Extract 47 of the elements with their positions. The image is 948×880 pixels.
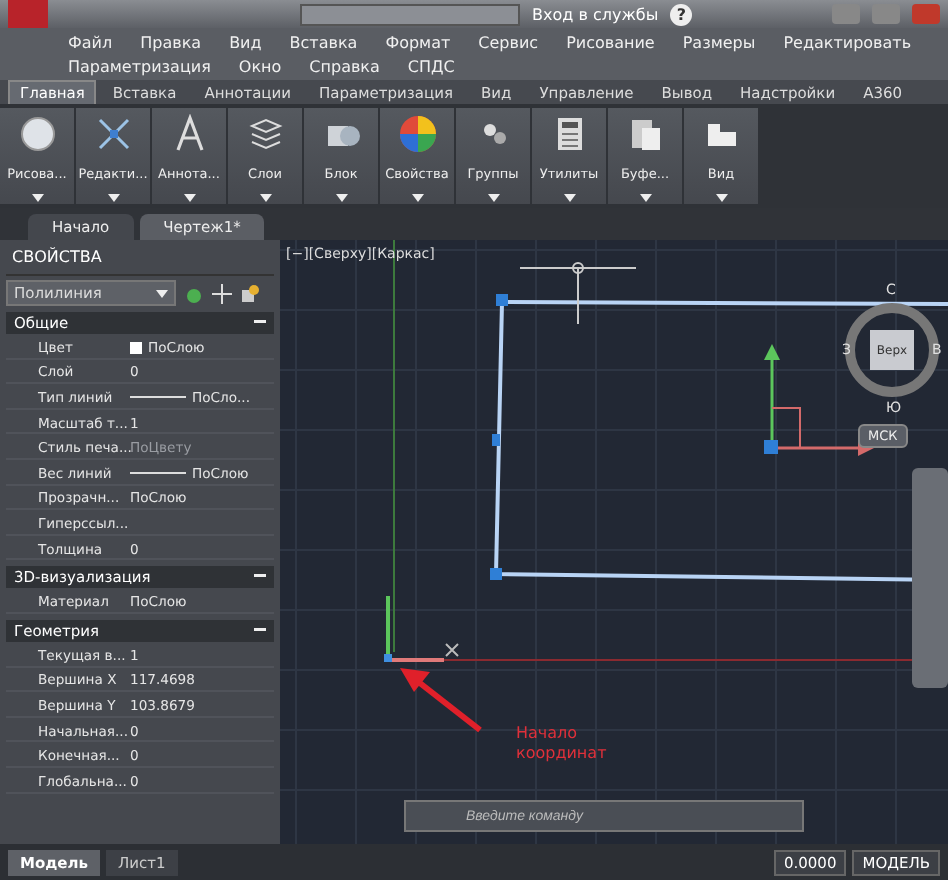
viewcube-ring[interactable] [845,303,939,397]
caret-icon[interactable] [156,289,168,297]
line-sample-icon [130,471,186,476]
menu-item[interactable]: Формат [385,33,451,51]
quick-select-icon[interactable] [240,283,260,303]
caret-icon[interactable] [487,194,499,202]
circle-icon [17,114,57,154]
color-wheel-icon [397,114,437,154]
sign-in-link[interactable]: Вход в службы [532,5,659,23]
caret-icon[interactable] [715,194,727,202]
caret-icon[interactable] [183,194,195,202]
menu-item[interactable]: Параметризация [68,57,211,75]
collapse-icon[interactable] [254,320,266,326]
menu-item[interactable]: Рисование [566,33,655,51]
menu-item[interactable]: Размеры [682,33,756,51]
menu-item[interactable]: Вид [229,33,262,51]
menu-item[interactable]: Сервис [478,33,539,51]
polyline-rectangle[interactable] [490,294,948,582]
help-button[interactable]: ? [670,3,693,25]
menu-item[interactable]: Файл [68,33,113,51]
search-field[interactable] [300,3,520,25]
line-sample-icon [130,395,186,400]
caret-icon[interactable] [563,194,575,202]
panel-title: СВОЙСТВА [6,244,274,276]
select-icon[interactable] [184,283,204,303]
collapse-icon[interactable] [254,574,266,581]
caret-icon[interactable] [259,194,271,202]
collapse-icon[interactable] [254,627,266,634]
menu-item[interactable]: Вставка [289,33,358,51]
caret-icon[interactable] [107,194,119,202]
caret-icon[interactable] [31,194,43,202]
pointer-arrow [400,668,482,733]
menu-item[interactable]: СПДС [407,57,455,75]
menu-item[interactable]: Справка [309,57,380,75]
move-lines-icon [93,114,133,154]
layers-icon [245,114,285,154]
caret-icon[interactable] [639,194,651,202]
annotation-text: Начало координат [516,724,609,763]
menu-item[interactable]: Окно [238,57,282,75]
caret-icon[interactable] [411,194,423,202]
caret-icon[interactable] [335,194,347,202]
menu-item[interactable]: Редактировать [783,33,912,51]
crosshair-icon[interactable] [212,283,232,303]
color-swatch-icon [130,341,142,354]
origin-ucs-icon [384,596,459,662]
cursor-crosshair [519,262,637,325]
menu-item[interactable]: Правка [140,33,202,51]
